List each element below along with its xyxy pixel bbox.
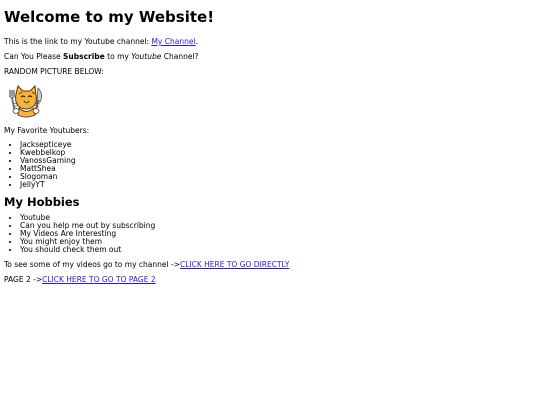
subscribe-paragraph: Can You Please Subscribe to my Youtube C…: [4, 52, 534, 61]
random-picture-label: RANDOM PICTURE BELOW:: [4, 67, 104, 76]
favorites-label: My Favorite Youtubers:: [4, 126, 90, 135]
go-directly-link[interactable]: CLICK HERE TO GO DIRECTLY: [180, 260, 289, 269]
hobbies-heading: My Hobbies: [4, 195, 80, 209]
subscribe-italic: Youtube: [131, 52, 162, 61]
cat-fork-knife-picture: [9, 84, 42, 118]
page-title: Welcome to my Website!: [4, 8, 215, 26]
list-item: JellyYT: [20, 181, 534, 189]
channel-link-paragraph: This is the link to my Youtube channel: …: [4, 37, 534, 46]
list-item: You should check them out: [20, 246, 534, 254]
page2-prefix: PAGE 2 ->: [4, 275, 43, 284]
channel-link-prefix: This is the link to my Youtube channel:: [4, 37, 152, 46]
list-item: Kwebbelkop: [20, 149, 534, 157]
subscribe-prefix: Can You Please: [4, 52, 64, 61]
list-item: Jacksepticeye: [20, 141, 534, 149]
my-channel-link[interactable]: My Channel: [151, 37, 195, 46]
hobbies-list: Youtube Can you help me out by subscribi…: [4, 214, 534, 254]
cat-head-icon: [12, 84, 41, 110]
list-item: Slogoman: [20, 173, 534, 181]
favorites-list: Jacksepticeye Kwebbelkop VanossGaming Ma…: [4, 141, 534, 189]
subscribe-mid: to my: [104, 52, 132, 61]
list-item: MattShea: [20, 165, 534, 173]
videos-prefix: To see some of my videos go to my channe…: [4, 260, 180, 269]
videos-paragraph: To see some of my videos go to my channe…: [4, 260, 534, 269]
subscribe-bold: Subscribe: [63, 52, 105, 61]
page-content: Welcome to my Website! This is the link …: [4, 7, 534, 290]
subscribe-suffix: Channel?: [161, 52, 199, 61]
list-item: VanossGaming: [20, 157, 534, 165]
page-2-link[interactable]: CLICK HERE TO GO TO PAGE 2: [42, 275, 155, 284]
channel-link-suffix: .: [195, 37, 198, 46]
page2-paragraph: PAGE 2 ->CLICK HERE TO GO TO PAGE 2: [4, 275, 534, 284]
